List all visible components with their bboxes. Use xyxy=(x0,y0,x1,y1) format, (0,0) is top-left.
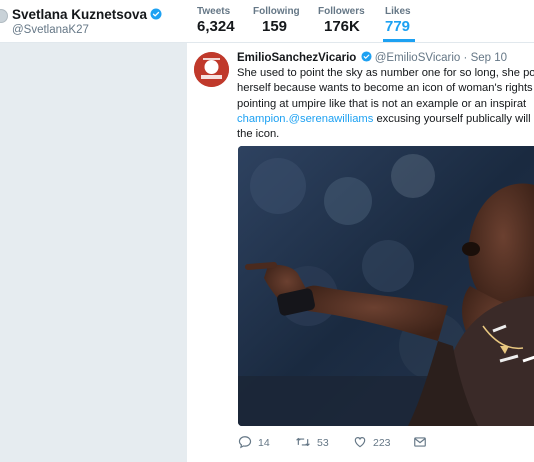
reply-button[interactable]: 14 xyxy=(238,435,270,449)
like-count: 223 xyxy=(373,437,391,449)
profile-avatar[interactable] xyxy=(0,9,8,23)
stat-value: 176K xyxy=(324,18,360,35)
message-icon xyxy=(414,437,426,447)
tweet-text-line: She used to point the sky as number one … xyxy=(237,67,534,79)
like-button[interactable]: 223 xyxy=(353,435,391,449)
stat-label: Tweets xyxy=(197,6,231,17)
stat-followers[interactable]: Followers 176K xyxy=(318,6,365,35)
tweet-text-line: champion.@serenawilliams excusing yourse… xyxy=(237,112,531,125)
active-tab-indicator xyxy=(383,39,415,42)
stat-following[interactable]: Following 159 xyxy=(253,6,300,35)
stat-value: 779 xyxy=(385,18,411,35)
tweet-header: EmilioSanchezVicario @EmilioSVicario · S… xyxy=(237,51,508,64)
tweet-photo[interactable] xyxy=(238,146,534,426)
like-icon xyxy=(354,437,366,448)
retweet-icon xyxy=(296,437,310,447)
stat-value: 6,324 xyxy=(197,18,235,35)
retweet-button[interactable]: 53 xyxy=(295,435,329,449)
direct-message-button[interactable] xyxy=(413,435,427,449)
tweet-author-avatar[interactable] xyxy=(194,52,229,87)
profile-name[interactable]: Svetlana Kuznetsova xyxy=(12,7,162,22)
tennis-player-photo xyxy=(238,146,534,426)
stat-likes[interactable]: Likes 779 xyxy=(383,6,415,42)
reply-count: 14 xyxy=(258,437,270,449)
tweet-timestamp[interactable]: Sep 10 xyxy=(471,52,507,64)
tweet-author-handle[interactable]: @EmilioSVicario xyxy=(375,52,461,64)
tweet-text: She used to point the sky as number one … xyxy=(237,66,534,142)
retweet-count: 53 xyxy=(317,437,329,449)
tweet-text-line: herself because wants to become an icon … xyxy=(237,82,533,95)
profile-handle[interactable]: @SvetlanaK27 xyxy=(12,24,89,36)
mention-link[interactable]: champion.@serenawilliams xyxy=(237,113,373,125)
tweet-card[interactable]: EmilioSanchezVicario @EmilioSVicario · S… xyxy=(187,43,534,462)
tweet-text-line: the icon. xyxy=(237,128,280,141)
stat-tweets[interactable]: Tweets 6,324 xyxy=(197,6,235,35)
tweet-author-name[interactable]: EmilioSanchezVicario xyxy=(237,52,356,64)
verified-badge-icon xyxy=(360,51,372,62)
stat-value: 159 xyxy=(262,18,288,35)
verified-badge-icon xyxy=(150,8,162,20)
stat-label: Likes xyxy=(385,6,411,17)
stat-label: Followers xyxy=(318,6,365,17)
profile-nav-bar: Svetlana Kuznetsova @SvetlanaK27 Tweets … xyxy=(0,0,534,43)
tweet-text-line: pointing at umpire like that is not an e… xyxy=(237,97,527,110)
author-avatar-image xyxy=(194,52,229,87)
stat-label: Following xyxy=(253,6,300,17)
reply-icon xyxy=(238,436,252,449)
